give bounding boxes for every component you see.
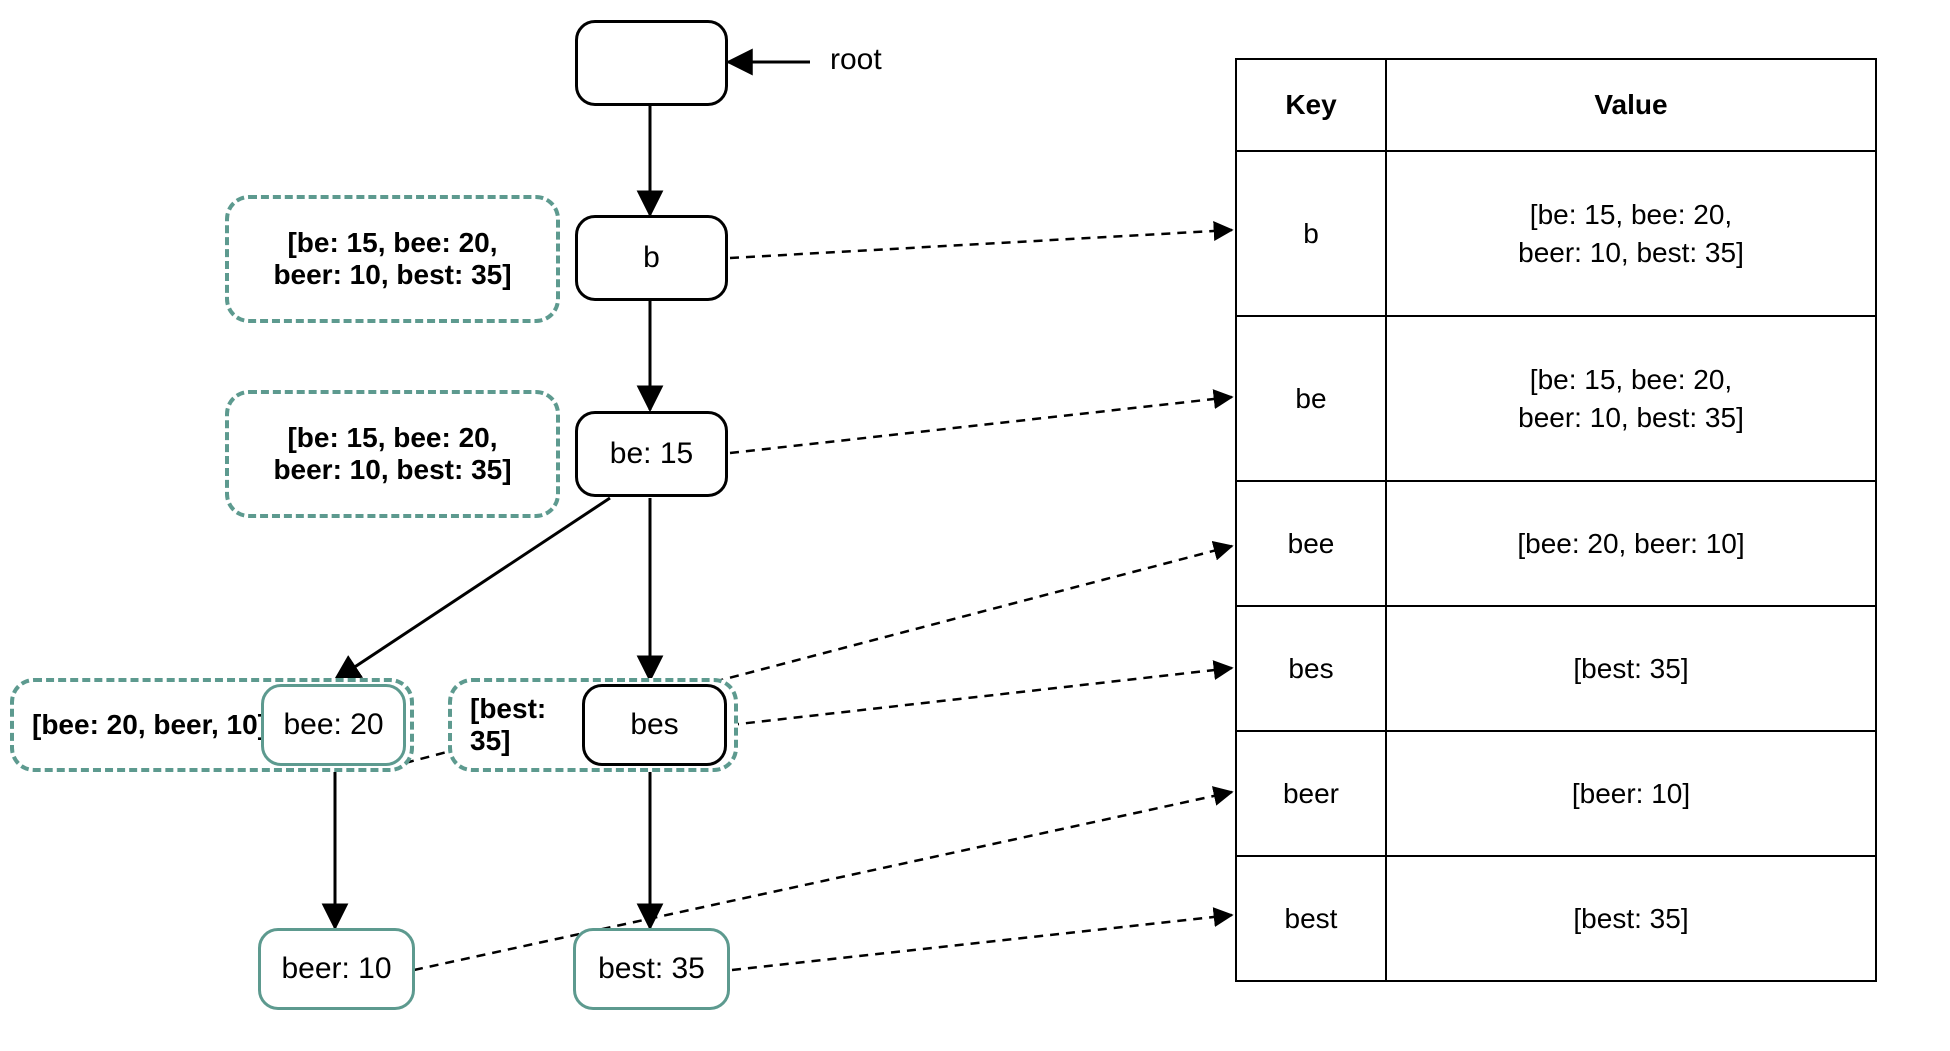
table-cell-key: bes — [1236, 606, 1386, 731]
table-cell-key: be — [1236, 316, 1386, 481]
table-row: bes [best: 35] — [1236, 606, 1876, 731]
table-cell-value: [be: 15, bee: 20, beer: 10, best: 35] — [1386, 151, 1876, 316]
table-cell-key: b — [1236, 151, 1386, 316]
annotation-b-text: [be: 15, bee: 20, beer: 10, best: 35] — [251, 227, 534, 291]
table-cell-value: [be: 15, bee: 20, beer: 10, best: 35] — [1386, 316, 1876, 481]
annotation-be: [be: 15, bee: 20, beer: 10, best: 35] — [225, 390, 560, 518]
table-row: bee [bee: 20, beer: 10] — [1236, 481, 1876, 606]
node-best: best: 35 — [573, 928, 730, 1010]
table-header-key: Key — [1236, 59, 1386, 151]
node-beer: beer: 10 — [258, 928, 415, 1010]
table-header-value: Value — [1386, 59, 1876, 151]
table-cell-value: [beer: 10] — [1386, 731, 1876, 856]
table-cell-value: [best: 35] — [1386, 856, 1876, 981]
table-cell-value: [bee: 20, beer: 10] — [1386, 481, 1876, 606]
node-bes: bes — [582, 684, 727, 766]
table-cell-value: [best: 35] — [1386, 606, 1876, 731]
annotation-bee-text: [bee: 20, beer, 10] — [32, 709, 282, 741]
mapping-table: Key Value b [be: 15, bee: 20, beer: 10, … — [1235, 58, 1877, 982]
annotation-b: [be: 15, bee: 20, beer: 10, best: 35] — [225, 195, 560, 323]
table-row: beer [beer: 10] — [1236, 731, 1876, 856]
node-be: be: 15 — [575, 411, 728, 497]
table-row: best [best: 35] — [1236, 856, 1876, 981]
table-cell-key: beer — [1236, 731, 1386, 856]
table-cell-key: bee — [1236, 481, 1386, 606]
table-row: be [be: 15, bee: 20, beer: 10, best: 35] — [1236, 316, 1876, 481]
table-cell-key: best — [1236, 856, 1386, 981]
node-bee: bee: 20 — [261, 684, 406, 766]
table-row: b [be: 15, bee: 20, beer: 10, best: 35] — [1236, 151, 1876, 316]
annotation-bes-text: [best: 35] — [470, 693, 590, 757]
node-root — [575, 20, 728, 106]
annotation-be-text: [be: 15, bee: 20, beer: 10, best: 35] — [251, 422, 534, 486]
root-label: root — [830, 43, 882, 77]
node-b: b — [575, 215, 728, 301]
